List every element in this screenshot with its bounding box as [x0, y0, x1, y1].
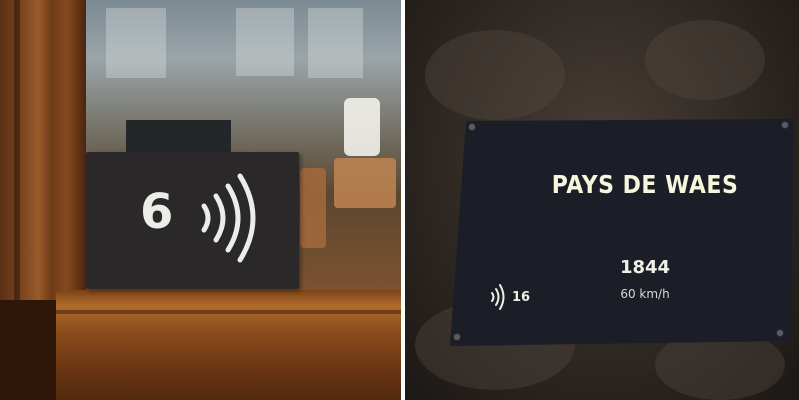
plaque-content: PAYS DE WAES 1844 60 km/h 16 — [450, 119, 795, 346]
audio-waves-icon — [201, 173, 256, 263]
wooden-window-sill — [56, 290, 401, 400]
plaque-speed: 60 km/h — [620, 287, 670, 301]
screw-icon — [453, 333, 461, 341]
wall-texture — [425, 30, 565, 120]
glass-reflection — [308, 8, 363, 78]
glass-reflection — [236, 8, 294, 76]
background-bench — [126, 120, 231, 152]
screw-icon — [776, 329, 784, 337]
frame-shadow — [0, 300, 60, 400]
audio-waves-icon — [491, 284, 505, 310]
sign-number: 6 — [140, 184, 174, 240]
plaque-year: 1844 — [619, 257, 671, 278]
glass-reflection — [106, 8, 166, 78]
audio-guide-sign: 6 — [86, 152, 299, 289]
background-chair — [334, 158, 396, 208]
photo-right-plaque: PAYS DE WAES 1844 60 km/h 16 — [405, 0, 799, 400]
wall-texture — [645, 20, 765, 100]
plaque-title: PAYS DE WAES — [551, 171, 739, 200]
screw-icon — [781, 121, 789, 129]
plaque-audio-number: 16 — [512, 289, 531, 305]
background-chair — [300, 168, 326, 248]
plaque-audio-guide: 16 — [488, 283, 530, 311]
photo-left-window-sign: 6 — [0, 0, 401, 400]
screw-icon — [468, 123, 476, 131]
background-light — [344, 98, 380, 156]
